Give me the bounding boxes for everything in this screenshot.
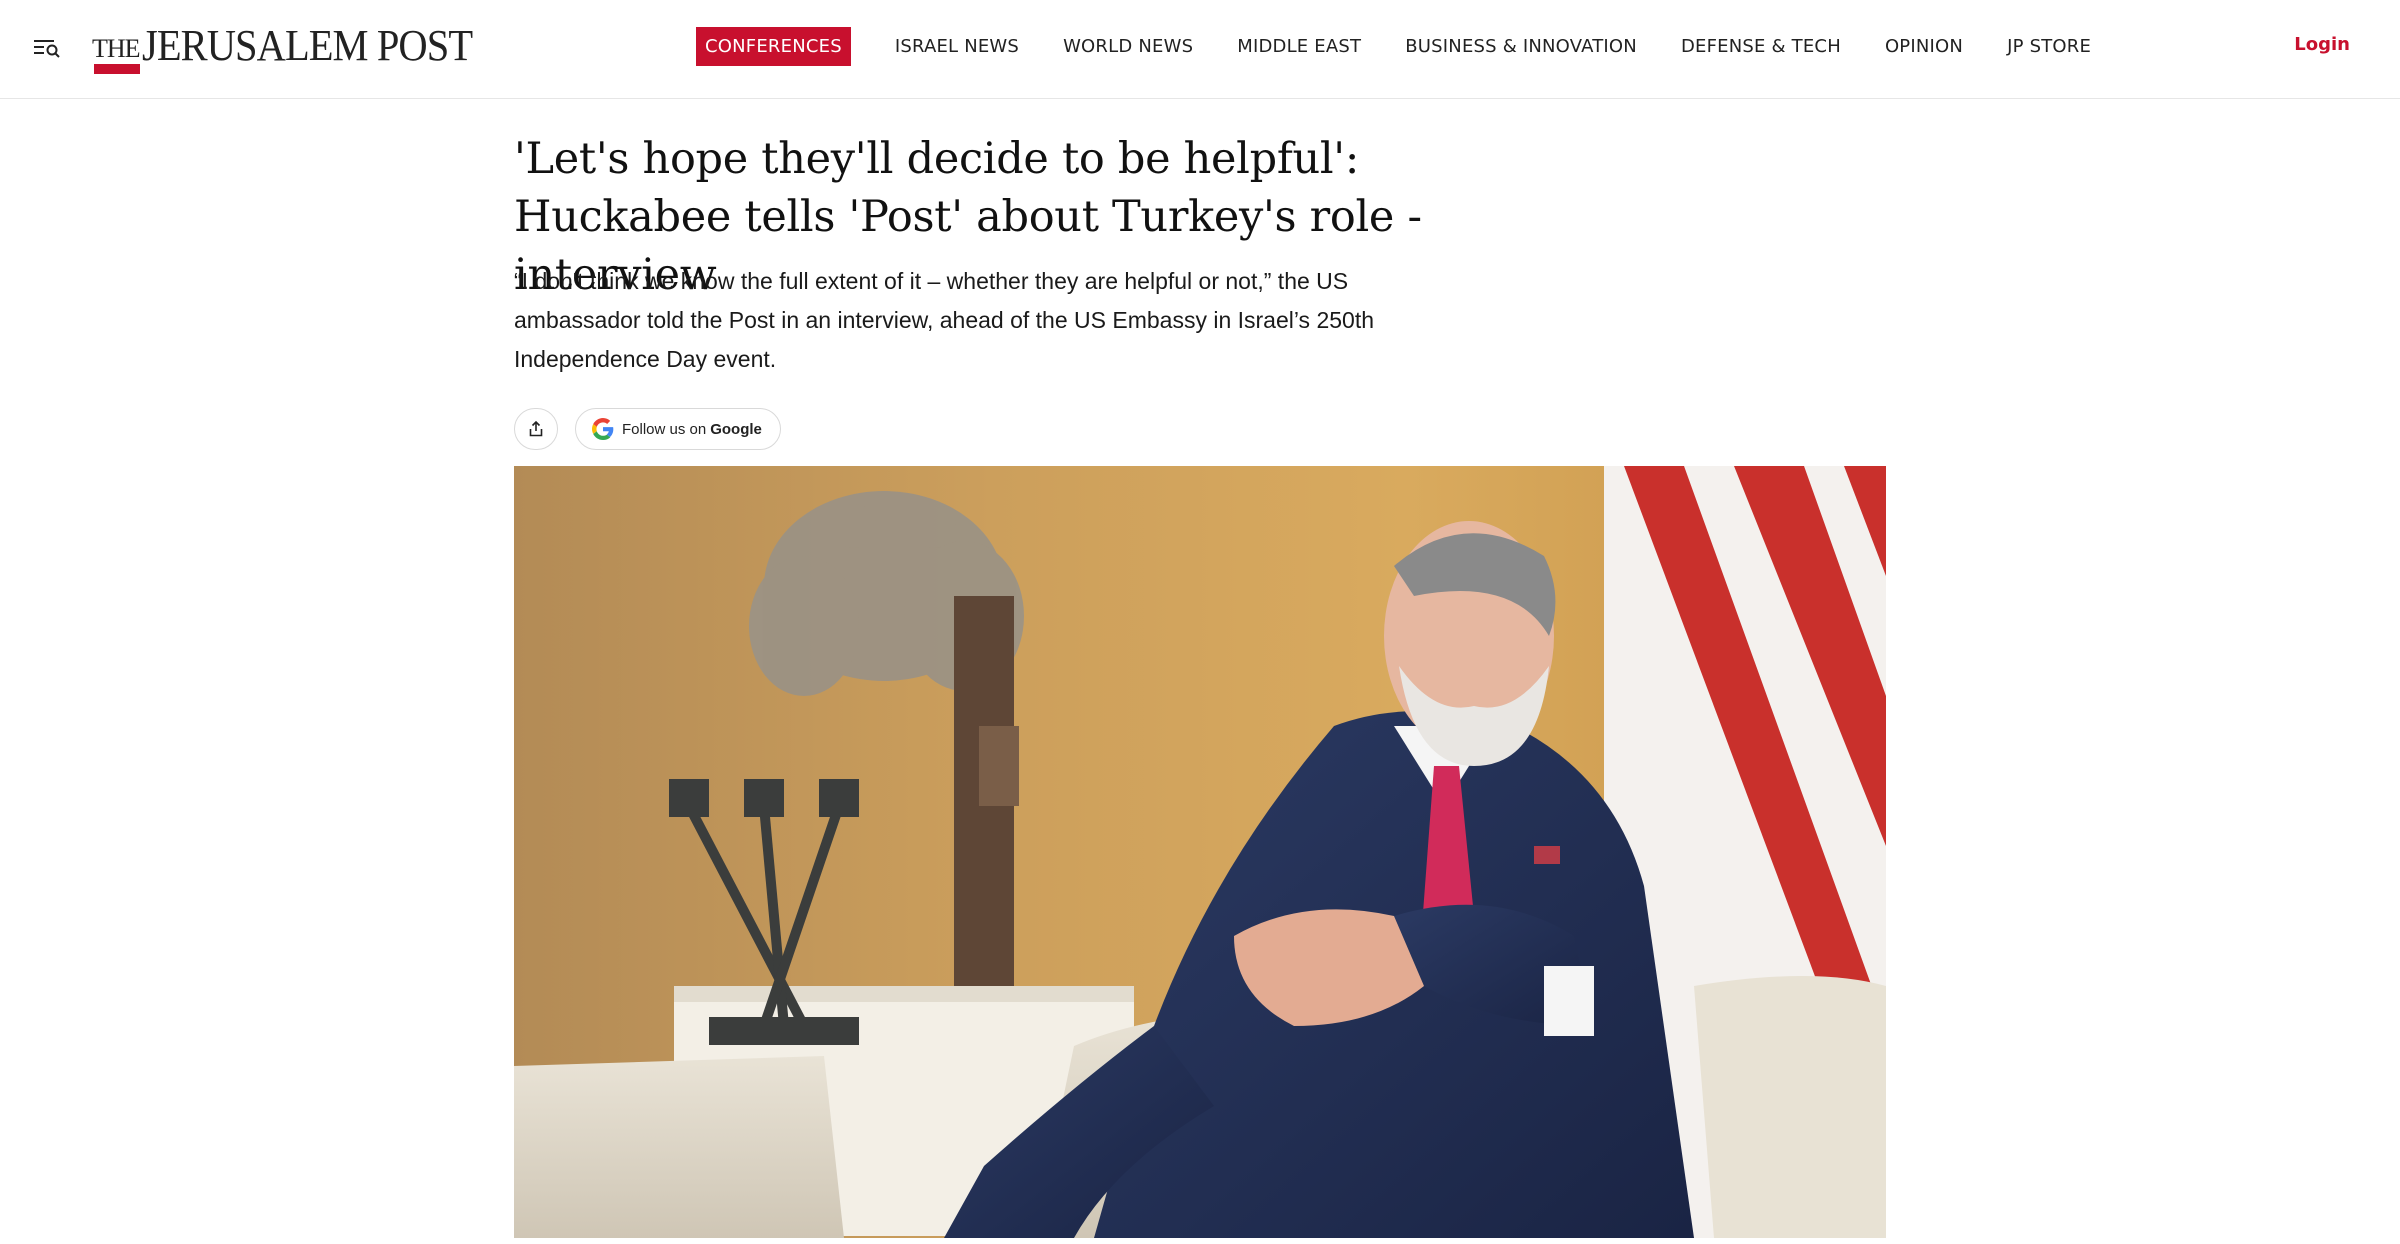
- logo-red-bar: [94, 64, 140, 74]
- menu-search-icon[interactable]: [30, 32, 64, 62]
- google-g-icon: [592, 418, 614, 440]
- nav-item-middle-east[interactable]: MIDDLE EAST: [1237, 36, 1361, 57]
- article-subtitle: “I don't think we know the full extent o…: [514, 268, 1375, 372]
- nav-item-opinion[interactable]: OPINION: [1885, 36, 1963, 57]
- follow-text: Follow us on: [622, 420, 707, 438]
- chair-left: [514, 1056, 844, 1238]
- share-icon: [529, 420, 543, 437]
- site-header: THE JERUSALEM POST CONFERENCES ISRAEL NE…: [0, 0, 2400, 99]
- nav-item-jp-store[interactable]: JP STORE: [2007, 36, 2091, 57]
- nav-item-conferences[interactable]: CONFERENCES: [696, 26, 851, 66]
- hero-photo-scene: [514, 466, 1886, 1238]
- follow-brand: Google: [710, 420, 762, 438]
- logo-the: THE: [92, 34, 141, 74]
- main-nav: CONFERENCES ISRAEL NEWS WORLD NEWS MIDDL…: [696, 26, 2135, 66]
- nav-item-world-news[interactable]: WORLD NEWS: [1063, 36, 1193, 57]
- article-hero-image: [514, 466, 1886, 1238]
- share-button[interactable]: [514, 408, 558, 450]
- logo-the-text: THE: [92, 34, 141, 63]
- login-link[interactable]: Login: [2294, 34, 2350, 55]
- nav-item-israel-news[interactable]: ISRAEL NEWS: [895, 36, 1019, 57]
- nav-item-business-innovation[interactable]: BUSINESS & INNOVATION: [1405, 36, 1637, 57]
- logo-name: JERUSALEM POST: [141, 21, 473, 70]
- follow-on-google-button[interactable]: Follow us on Google: [575, 408, 781, 450]
- site-logo[interactable]: THE JERUSALEM POST: [92, 18, 500, 74]
- nav-item-defense-tech[interactable]: DEFENSE & TECH: [1681, 36, 1841, 57]
